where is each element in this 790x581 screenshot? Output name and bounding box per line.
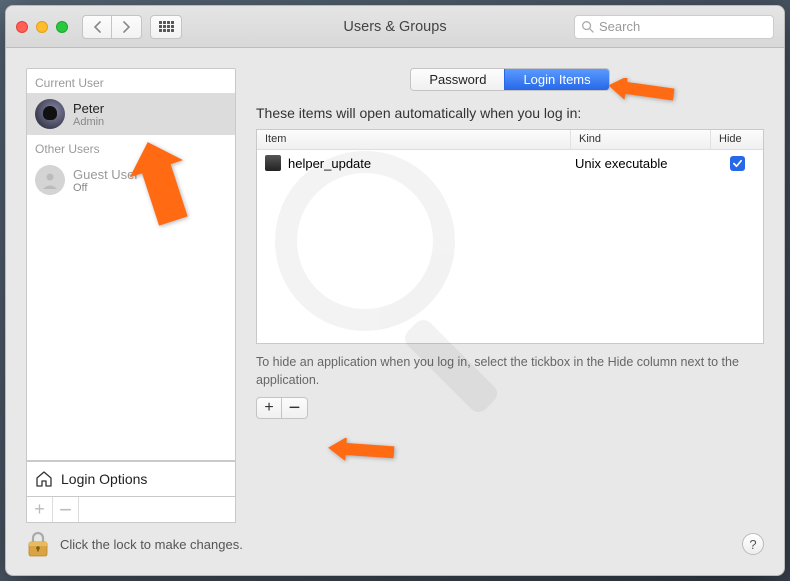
person-icon xyxy=(40,170,60,190)
user-name: Guest User xyxy=(73,167,139,182)
login-options-button[interactable]: Login Options xyxy=(26,461,236,497)
lockbar: Click the lock to make changes. ? xyxy=(6,523,784,575)
check-icon xyxy=(732,158,743,169)
login-items-table: Item Kind Hide helper_update Unix execut… xyxy=(256,129,764,344)
traffic-lights xyxy=(16,21,68,33)
item-kind: Unix executable xyxy=(571,156,711,171)
nav-buttons xyxy=(82,15,142,39)
minimize-window-button[interactable] xyxy=(36,21,48,33)
tab-password[interactable]: Password xyxy=(411,69,504,90)
show-all-button[interactable] xyxy=(150,15,182,39)
back-button[interactable] xyxy=(82,15,112,39)
user-role: Off xyxy=(73,182,139,194)
sidebar-user-peter[interactable]: Peter Admin xyxy=(27,93,235,135)
lock-text: Click the lock to make changes. xyxy=(60,537,243,552)
other-users-label: Other Users xyxy=(27,135,235,159)
help-button[interactable]: ? xyxy=(742,533,764,555)
search-icon xyxy=(581,20,594,33)
close-window-button[interactable] xyxy=(16,21,28,33)
avatar xyxy=(35,99,65,129)
avatar xyxy=(35,165,65,195)
login-items-heading: These items will open automatically when… xyxy=(256,105,764,121)
search-field[interactable]: Search xyxy=(574,15,774,39)
users-groups-window: Users & Groups Search Current User Peter… xyxy=(5,5,785,576)
table-row[interactable]: helper_update Unix executable xyxy=(257,150,763,176)
col-hide[interactable]: Hide xyxy=(711,130,763,149)
search-placeholder: Search xyxy=(599,19,640,34)
titlebar: Users & Groups Search xyxy=(6,6,784,48)
add-login-item-button[interactable]: + xyxy=(256,397,282,419)
chevron-right-icon xyxy=(122,21,131,33)
tab-login-items[interactable]: Login Items xyxy=(504,69,608,90)
chevron-left-icon xyxy=(93,21,102,33)
grid-icon xyxy=(159,21,174,32)
user-role: Admin xyxy=(73,116,104,128)
current-user-label: Current User xyxy=(27,69,235,93)
tabs: Password Login Items xyxy=(256,68,764,91)
content: Current User Peter Admin Other Users Gue… xyxy=(6,48,784,523)
home-icon xyxy=(35,470,53,488)
sidebar: Current User Peter Admin Other Users Gue… xyxy=(26,68,236,523)
hide-checkbox[interactable] xyxy=(730,156,745,171)
login-items-add-remove: + − xyxy=(256,397,764,419)
login-options-label: Login Options xyxy=(61,471,147,487)
table-header: Item Kind Hide xyxy=(257,130,763,150)
add-user-button[interactable]: + xyxy=(27,497,53,522)
col-kind[interactable]: Kind xyxy=(571,130,711,149)
hide-hint: To hide an application when you log in, … xyxy=(256,354,764,389)
remove-login-item-button[interactable]: − xyxy=(282,397,308,419)
col-item[interactable]: Item xyxy=(257,130,571,149)
remove-user-button[interactable]: − xyxy=(53,497,79,522)
main-panel: Password Login Items These items will op… xyxy=(256,68,764,523)
user-name: Peter xyxy=(73,101,104,116)
sidebar-user-guest[interactable]: Guest User Off xyxy=(27,159,235,201)
sidebar-add-remove: + − xyxy=(26,497,236,523)
maximize-window-button[interactable] xyxy=(56,21,68,33)
item-name: helper_update xyxy=(288,156,371,171)
forward-button[interactable] xyxy=(112,15,142,39)
lock-icon[interactable] xyxy=(26,530,50,558)
app-icon xyxy=(265,155,281,171)
